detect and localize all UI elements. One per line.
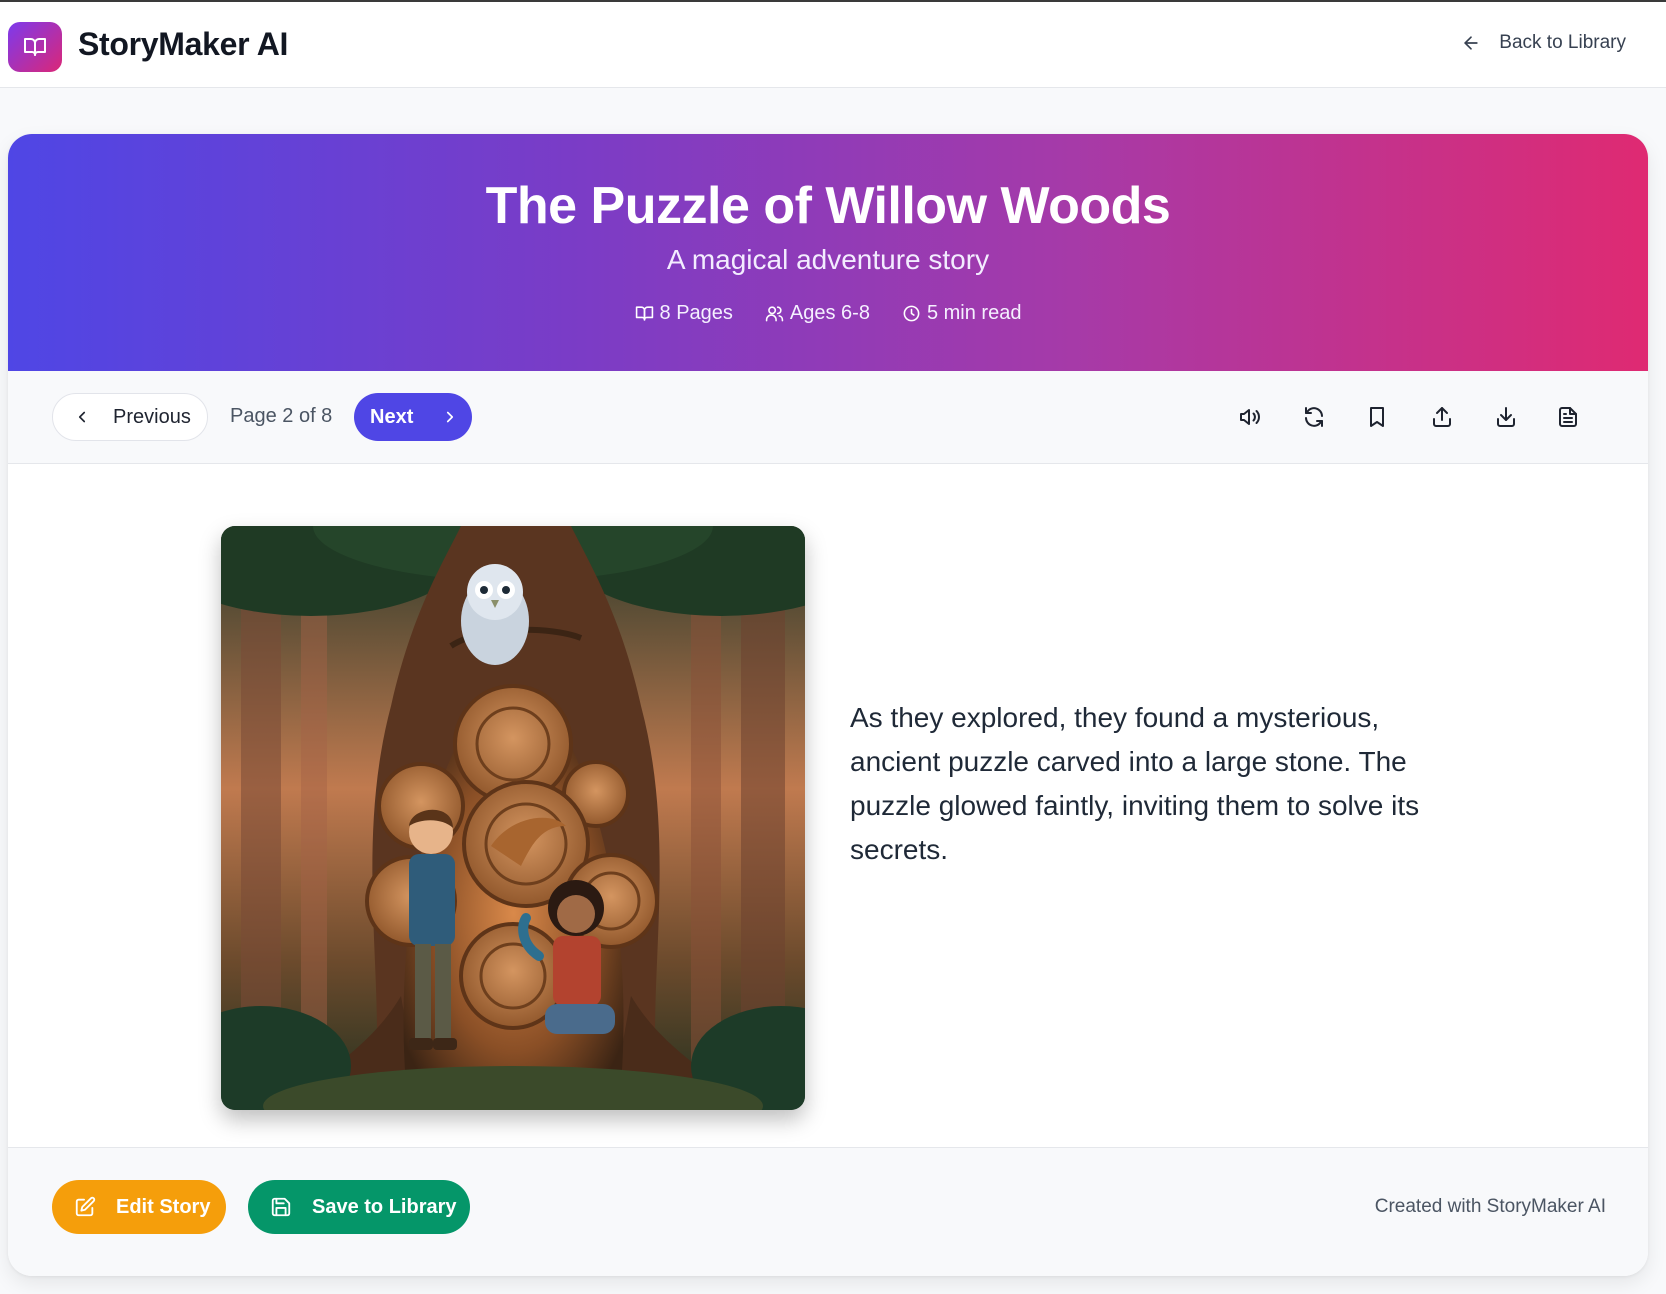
meta-ages: Ages 6-8 xyxy=(765,302,870,325)
edit-story-label: Edit Story xyxy=(116,1195,211,1218)
meta-pages-label: 8 Pages xyxy=(659,302,733,324)
page-illustration xyxy=(221,526,805,1110)
back-to-library-label: Back to Library xyxy=(1499,32,1626,53)
edit-icon xyxy=(75,1196,96,1217)
previous-button[interactable]: Previous xyxy=(52,393,208,441)
chevron-left-icon xyxy=(78,411,86,423)
volume-icon xyxy=(1240,409,1260,425)
download-icon xyxy=(1497,407,1515,427)
bookmark-icon xyxy=(1370,407,1384,427)
bookmark-button[interactable] xyxy=(1363,403,1391,431)
refresh-icon xyxy=(1305,407,1323,427)
export-document-button[interactable] xyxy=(1554,403,1582,431)
story-card: The Puzzle of Willow Woods A magical adv… xyxy=(8,134,1648,1276)
save-icon xyxy=(271,1197,291,1217)
app-title: StoryMaker AI xyxy=(78,26,289,62)
share-button[interactable] xyxy=(1428,403,1456,431)
story-footer: Edit Story Save to Library Created with … xyxy=(8,1147,1648,1276)
forest-puzzle-illustration xyxy=(221,526,805,1110)
story-title: The Puzzle of Willow Woods xyxy=(485,177,1171,235)
chevron-right-icon xyxy=(447,411,454,423)
app-header: StoryMaker AI Back to Library xyxy=(0,2,1666,88)
story-subtitle: A magical adventure story xyxy=(666,244,990,275)
read-aloud-button[interactable] xyxy=(1236,403,1264,431)
share-icon xyxy=(1433,407,1451,427)
arrow-left-icon xyxy=(1464,36,1478,50)
page-indicator: Page 2 of 8 xyxy=(230,405,333,427)
book-open-icon xyxy=(24,38,46,56)
save-to-library-button[interactable]: Save to Library xyxy=(248,1180,470,1234)
document-icon xyxy=(1559,407,1577,427)
meta-pages: 8 Pages xyxy=(635,302,733,325)
download-button[interactable] xyxy=(1492,403,1520,431)
next-label: Next xyxy=(370,405,414,428)
story-meta: 8 Pages Ages 6-8 5 min read xyxy=(8,302,1648,325)
meta-read-time-label: 5 min read xyxy=(926,302,1022,324)
footer-credit: Created with StoryMaker AI xyxy=(1374,1196,1606,1217)
back-to-library-link[interactable]: Back to Library xyxy=(1461,32,1626,54)
reader-toolbar: Previous Page 2 of 8 Next xyxy=(8,371,1648,464)
meta-ages-label: Ages 6-8 xyxy=(789,302,870,324)
regenerate-button[interactable] xyxy=(1300,403,1328,431)
story-page: As they explored, they found a mysteriou… xyxy=(8,464,1648,1147)
app-logo[interactable] xyxy=(8,22,62,72)
story-page-text: As they explored, they found a mysteriou… xyxy=(850,702,1420,865)
meta-read-time: 5 min read xyxy=(902,302,1022,325)
clock-icon xyxy=(903,305,920,322)
story-hero: The Puzzle of Willow Woods A magical adv… xyxy=(8,134,1648,371)
users-icon xyxy=(765,306,784,322)
next-button[interactable]: Next xyxy=(354,393,472,441)
edit-story-button[interactable]: Edit Story xyxy=(52,1180,226,1234)
book-icon xyxy=(635,306,653,321)
previous-label: Previous xyxy=(113,405,191,428)
save-to-library-label: Save to Library xyxy=(312,1195,457,1218)
